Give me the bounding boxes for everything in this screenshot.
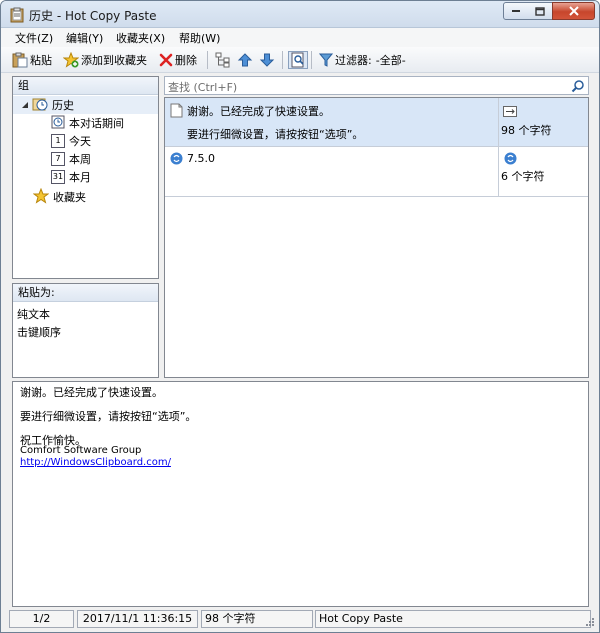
add-to-favorites-button[interactable]: 添加到收藏夹 bbox=[63, 51, 147, 69]
maximize-button[interactable] bbox=[528, 2, 553, 20]
text-document-icon bbox=[170, 103, 183, 121]
clip-text-line1: 谢谢。已经完成了快速设置。 bbox=[187, 105, 330, 118]
tree-label-this-week: 本周 bbox=[69, 153, 91, 166]
menu-help[interactable]: 帮助(W) bbox=[179, 30, 220, 46]
toolbar: 粘贴 添加到收藏夹 删除 过滤器: -全部- bbox=[1, 47, 599, 73]
tree-label-today: 今天 bbox=[69, 135, 91, 148]
preview-toggle-button[interactable] bbox=[288, 51, 308, 69]
move-up-button[interactable] bbox=[237, 51, 253, 69]
calendar-week-icon: 7 bbox=[51, 152, 65, 166]
column-divider bbox=[498, 98, 499, 146]
search-input[interactable]: 查找 (Ctrl+F) bbox=[164, 76, 589, 95]
clip-text-line1: 7.5.0 bbox=[187, 152, 215, 165]
column-divider bbox=[498, 147, 499, 196]
app-logo-icon bbox=[504, 152, 517, 168]
menu-bar: 文件(Z) 编辑(Y) 收藏夹(X) 帮助(W) bbox=[1, 28, 599, 47]
preview-line: 要进行细微设置，请按按钮“选项”。 bbox=[20, 410, 197, 423]
tree-label-favorites: 收藏夹 bbox=[53, 191, 86, 204]
groups-header: 组 bbox=[13, 77, 158, 95]
tree-label-history: 历史 bbox=[52, 99, 74, 112]
app-logo-icon bbox=[170, 152, 183, 168]
toolbar-separator bbox=[282, 51, 283, 69]
tree-label-this-session: 本对话期间 bbox=[69, 117, 124, 130]
status-bar: 1/2 2017/11/1 11:36:15 98 个字符 Hot Copy P… bbox=[1, 608, 599, 632]
menu-file[interactable]: 文件(Z) bbox=[15, 30, 53, 46]
toolbar-separator bbox=[311, 51, 312, 69]
expand-arrow-icon bbox=[21, 99, 29, 112]
star-add-icon bbox=[63, 52, 79, 68]
paste-as-panel: 粘贴为: 纯文本 击键顺序 bbox=[12, 283, 159, 378]
window-title: 历史 - Hot Copy Paste bbox=[29, 9, 157, 23]
clip-row[interactable]: 谢谢。已经完成了快速设置。 要进行细微设置，请按按钮“选项”。 98 个字符 bbox=[165, 98, 588, 147]
tree-item-this-week[interactable]: 7 本周 bbox=[51, 150, 91, 168]
calendar-day-icon: 1 bbox=[51, 134, 65, 148]
tree-item-this-session[interactable]: 本对话期间 bbox=[51, 114, 124, 132]
text-cursor-icon bbox=[503, 106, 517, 120]
delete-button[interactable]: 删除 bbox=[159, 51, 197, 69]
arrow-up-icon bbox=[237, 52, 253, 68]
minimize-button[interactable] bbox=[503, 2, 529, 20]
app-window: 历史 - Hot Copy Paste 文件(Z) 编辑(Y) 收藏夹(X) 帮… bbox=[0, 0, 600, 633]
close-button[interactable] bbox=[552, 2, 595, 20]
search-icon[interactable] bbox=[571, 79, 585, 96]
tree-structure-icon bbox=[215, 52, 231, 68]
tree-item-this-month[interactable]: 31 本月 bbox=[51, 168, 91, 186]
status-position: 1/2 bbox=[9, 610, 74, 628]
menu-edit[interactable]: 编辑(Y) bbox=[66, 30, 103, 46]
delete-label: 删除 bbox=[175, 54, 197, 67]
funnel-filter-icon bbox=[319, 53, 333, 67]
paste-option-plain-text[interactable]: 纯文本 bbox=[17, 306, 50, 322]
history-clock-icon bbox=[32, 96, 48, 115]
app-clipboard-icon bbox=[9, 7, 25, 23]
calendar-month-icon: 31 bbox=[51, 170, 65, 184]
tree-item-favorites[interactable]: 收藏夹 bbox=[32, 187, 86, 207]
status-datetime: 2017/11/1 11:36:15 bbox=[77, 610, 198, 628]
tree-item-history[interactable]: 历史 bbox=[13, 96, 158, 114]
paste-label: 粘贴 bbox=[30, 54, 52, 67]
clip-row[interactable]: 7.5.0 6 个字符 bbox=[165, 147, 588, 197]
session-clock-icon bbox=[51, 115, 65, 132]
menu-favorites[interactable]: 收藏夹(X) bbox=[116, 30, 165, 46]
filter-label: 过滤器: bbox=[335, 54, 372, 67]
preview-link[interactable]: http://WindowsClipboard.com/ bbox=[20, 457, 171, 468]
star-icon bbox=[32, 187, 50, 207]
clip-list: 谢谢。已经完成了快速设置。 要进行细微设置，请按按钮“选项”。 98 个字符 7… bbox=[164, 97, 589, 378]
clip-size: 6 个字符 bbox=[501, 170, 545, 183]
tree-item-today[interactable]: 1 今天 bbox=[51, 132, 91, 150]
clip-size: 98 个字符 bbox=[501, 124, 552, 137]
groups-panel: 组 历史 本对话期间 1 今天 7 本周 31 本月 收藏夹 bbox=[12, 76, 159, 279]
filter-value: -全部- bbox=[375, 54, 406, 67]
document-preview-icon bbox=[290, 52, 306, 68]
paste-icon bbox=[12, 52, 28, 68]
resize-grip-icon[interactable] bbox=[585, 617, 595, 627]
title-bar: 历史 - Hot Copy Paste bbox=[1, 1, 599, 28]
paste-button[interactable]: 粘贴 bbox=[12, 51, 52, 69]
preview-company: Comfort Software Group bbox=[20, 445, 142, 456]
status-char-count: 98 个字符 bbox=[201, 610, 313, 628]
tree-label-this-month: 本月 bbox=[69, 171, 91, 184]
filter-dropdown[interactable]: 过滤器: -全部- bbox=[319, 51, 406, 69]
paste-as-header: 粘贴为: bbox=[13, 284, 158, 302]
move-down-button[interactable] bbox=[259, 51, 275, 69]
add-to-favorites-label: 添加到收藏夹 bbox=[81, 54, 147, 67]
preview-line: 谢谢。已经完成了快速设置。 bbox=[20, 386, 163, 399]
tree-view-button[interactable] bbox=[215, 51, 231, 69]
delete-x-icon bbox=[159, 53, 173, 67]
paste-option-keystrokes[interactable]: 击键顺序 bbox=[17, 324, 61, 340]
clip-text-line2: 要进行细微设置，请按按钮“选项”。 bbox=[187, 128, 364, 141]
toolbar-separator bbox=[207, 51, 208, 69]
preview-pane: 谢谢。已经完成了快速设置。 要进行细微设置，请按按钮“选项”。 祝工作愉快。 C… bbox=[12, 381, 589, 607]
status-app-name: Hot Copy Paste bbox=[315, 610, 591, 628]
arrow-down-icon bbox=[259, 52, 275, 68]
search-placeholder: 查找 (Ctrl+F) bbox=[168, 81, 238, 94]
